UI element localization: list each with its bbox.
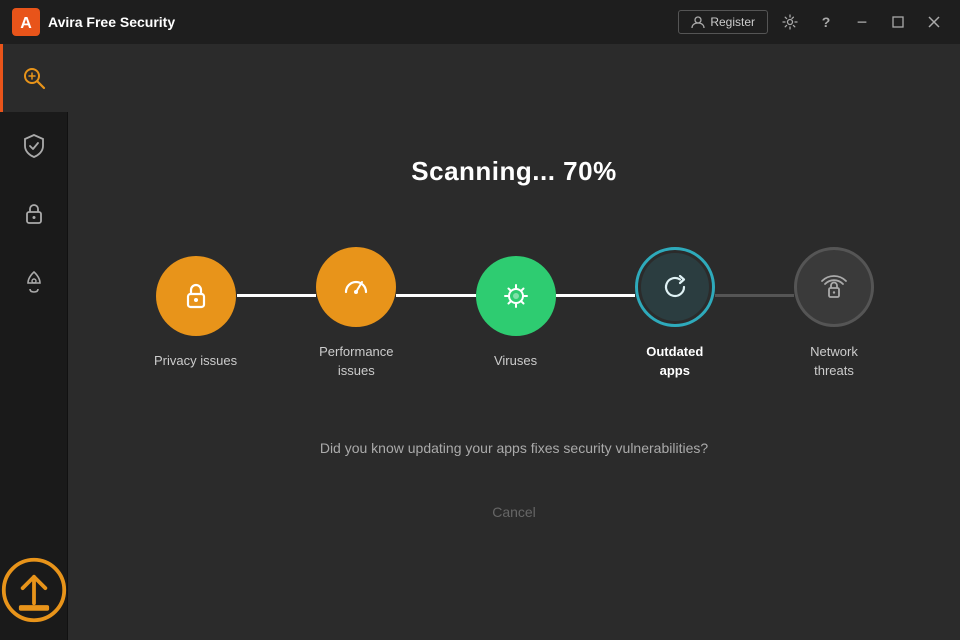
sidebar-item-protection[interactable] [0, 112, 68, 180]
step-network-threats: Networkthreats [794, 247, 874, 379]
connector-4 [715, 294, 794, 297]
avira-logo: A [12, 8, 40, 36]
performance-icon-circle [316, 247, 396, 327]
speedometer-icon [337, 268, 375, 306]
window-controls: Register ? − [678, 8, 948, 36]
app-body: Scanning... 70% Privacy issues [0, 44, 960, 640]
lock-shield-icon [177, 277, 215, 315]
step-privacy-label: Privacy issues [154, 352, 237, 370]
connector-1 [237, 294, 316, 297]
register-button[interactable]: Register [678, 10, 768, 34]
wifi-lock-icon [815, 268, 853, 306]
sidebar-item-privacy[interactable] [0, 180, 68, 248]
upgrade-icon [0, 556, 68, 624]
step-viruses: Viruses [476, 256, 556, 370]
network-icon-circle [794, 247, 874, 327]
settings-button[interactable] [776, 8, 804, 36]
step-privacy-issues: Privacy issues [154, 256, 237, 370]
scan-title: Scanning... 70% [411, 156, 616, 187]
main-content: Scanning... 70% Privacy issues [68, 44, 960, 640]
virus-icon [497, 277, 535, 315]
scan-steps: Privacy issues Performanceissues [154, 247, 874, 379]
step-outdated-apps: Outdatedapps [635, 247, 715, 379]
rocket-icon [21, 269, 47, 295]
step-network-label: Networkthreats [810, 343, 858, 379]
step-outdated-apps-label: Outdatedapps [646, 343, 703, 379]
sidebar [0, 44, 68, 640]
outdated-apps-icon-circle [635, 247, 715, 327]
refresh-icon [656, 268, 694, 306]
app-title: Avira Free Security [48, 14, 678, 30]
close-button[interactable] [920, 8, 948, 36]
connector-2 [396, 294, 475, 297]
shield-check-icon [21, 133, 47, 159]
cancel-button[interactable]: Cancel [468, 496, 560, 528]
virus-icon-circle [476, 256, 556, 336]
connector-3 [556, 294, 635, 297]
lock-icon [21, 201, 47, 227]
privacy-icon-circle [156, 256, 236, 336]
step-performance-issues: Performanceissues [316, 247, 396, 379]
help-button[interactable]: ? [812, 8, 840, 36]
restore-button[interactable] [884, 8, 912, 36]
step-performance-label: Performanceissues [319, 343, 393, 379]
scan-info-text: Did you know updating your apps fixes se… [320, 440, 708, 456]
sidebar-item-upgrade[interactable] [0, 556, 68, 624]
svg-text:A: A [20, 15, 32, 32]
sidebar-item-performance[interactable] [0, 248, 68, 316]
step-viruses-label: Viruses [494, 352, 537, 370]
minimize-button[interactable]: − [848, 8, 876, 36]
sidebar-bottom [0, 556, 68, 624]
title-bar: A Avira Free Security Register ? − [0, 0, 960, 44]
scan-icon [21, 65, 47, 91]
user-icon [691, 15, 705, 29]
sidebar-item-scan[interactable] [0, 44, 68, 112]
